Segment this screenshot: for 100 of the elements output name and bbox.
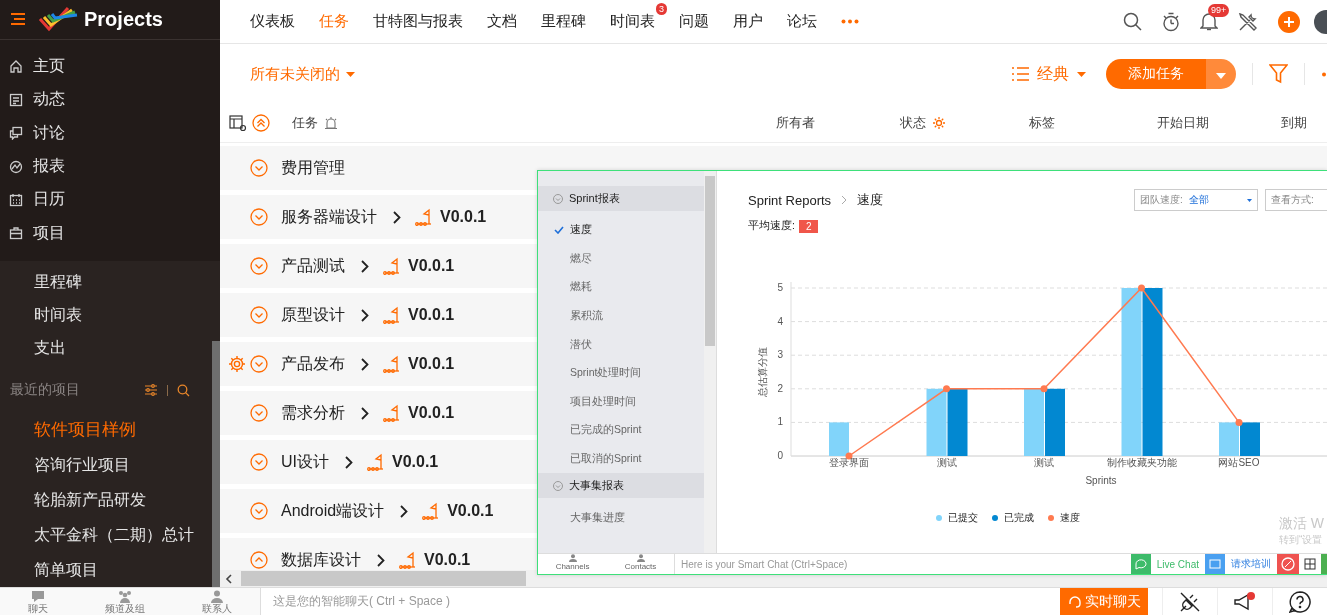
milestone-icon [383,404,401,422]
report-link[interactable]: 潜伏 [538,330,704,359]
nav-tab[interactable]: 用户 [733,12,763,31]
tools-icon[interactable] [1238,11,1258,32]
report-link[interactable]: 速度 [538,216,704,245]
breadcrumb-link[interactable]: Sprint Reports [748,192,832,208]
toggle-icon[interactable] [250,453,268,471]
sidebar-item[interactable]: 日历 [0,183,220,217]
search-icon[interactable] [177,383,190,397]
task-name[interactable]: 产品测试 [281,255,345,277]
report-link[interactable]: 大事集进度 [538,503,704,532]
toggle-icon[interactable] [250,257,268,275]
collapse-all-icon[interactable] [252,114,270,133]
data-point [1235,418,1243,426]
compass-icon[interactable] [1277,554,1299,574]
add-icon[interactable] [1278,10,1300,33]
project-link[interactable]: 太平金科（二期）总计 [0,517,212,552]
milestone-label[interactable]: V0.0.1 [408,404,455,422]
report-link[interactable]: 燃尽 [538,244,704,274]
dropdown[interactable]: 团队速度: 全部 [1134,189,1258,211]
report-link[interactable]: 累积流 [538,301,704,331]
nav-tab[interactable]: 问题 [679,12,709,31]
sidebar-item[interactable]: 主页 [0,49,220,84]
task-name[interactable]: 费用管理 [281,157,345,179]
milestone-label[interactable]: V0.0.1 [408,257,455,275]
task-name[interactable]: 原型设计 [281,304,345,326]
toggle-icon[interactable] [250,208,268,226]
task-name[interactable]: 服务器端设计 [281,206,377,228]
sidebar-item[interactable]: 项目 [0,216,220,250]
toggle-icon[interactable] [250,551,268,569]
filter-icon[interactable] [1269,64,1288,85]
toggle-icon[interactable] [250,502,268,520]
project-link[interactable]: 咨询行业项目 [0,447,212,482]
nav-tab[interactable]: 甘特图与报表 [373,12,463,31]
more-icon[interactable] [1321,71,1327,77]
milestone-label[interactable]: V0.0.1 [440,208,487,226]
task-name[interactable]: 数据库设计 [281,549,361,571]
milestone-label[interactable]: V0.0.1 [424,551,471,569]
nav-tab[interactable]: 里程碑 [541,12,586,31]
toggle-icon[interactable] [250,306,268,324]
plug-icon[interactable] [1179,590,1201,613]
nav-tab[interactable]: 文档 [487,12,517,31]
reminder-icon[interactable] [324,116,338,131]
milestone-label[interactable]: V0.0.1 [447,502,494,520]
megaphone-icon[interactable] [1233,590,1257,613]
stopwatch-icon[interactable] [1162,11,1180,32]
toggle-icon[interactable] [250,355,268,373]
chat-tab[interactable]: 联系人 [201,588,232,615]
bell-icon[interactable] [1200,12,1218,31]
toggle-icon[interactable] [250,159,268,177]
report-link[interactable]: 已取消的Sprint [538,444,704,474]
report-group[interactable]: 大事集报表 [538,473,704,499]
filter-sliders-icon[interactable] [144,384,158,396]
scrollbar[interactable] [212,341,220,587]
report-link[interactable]: Sprint处理时间 [538,358,704,388]
column-header[interactable]: 到期 [1281,114,1307,133]
more-icon[interactable] [841,19,859,24]
add-options-button[interactable] [1206,59,1236,90]
sidebar-subitem[interactable]: 里程碑 [0,265,212,298]
dropdown[interactable]: 查看方式: [1265,189,1327,211]
toggle-icon[interactable] [250,404,268,422]
column-header[interactable]: 标签 [1029,114,1055,133]
task-name[interactable]: Android端设计 [281,500,385,522]
report-link[interactable]: 燃耗 [538,273,704,302]
chat-tab[interactable]: Contacts [624,554,657,574]
sidebar-subitem[interactable]: 时间表 [0,298,212,331]
nav-tab[interactable]: 论坛 [787,12,817,31]
milestone-label[interactable]: V0.0.1 [408,355,455,373]
chat-tab[interactable]: 频道及组 [105,588,145,615]
project-link[interactable]: 软件项目样例 [0,412,212,447]
column-settings-icon[interactable] [229,114,247,132]
report-link[interactable]: 项目处理时间 [538,387,704,417]
search-icon[interactable] [1123,12,1142,31]
report-link[interactable]: 已完成的Sprint [538,416,704,445]
avatar[interactable] [1313,8,1327,35]
sidebar-item[interactable]: 讨论 [0,116,220,150]
project-link[interactable]: 简单项目 [0,552,212,587]
column-header[interactable]: 开始日期 [1157,114,1209,133]
sidebar-item[interactable]: 动态 [0,83,220,117]
help-icon[interactable] [1289,590,1311,613]
menu-icon[interactable] [10,13,26,26]
task-name[interactable]: 需求分析 [281,402,345,424]
gear-icon[interactable] [933,117,945,130]
task-name[interactable]: 产品发布 [281,353,345,375]
chat-tab[interactable]: Channels [555,554,590,574]
column-header[interactable]: 任务 [292,114,318,133]
sidebar-item[interactable]: 报表 [0,149,220,184]
column-header[interactable]: 状态 [900,114,926,133]
task-name[interactable]: UI设计 [281,451,329,473]
scrollbar[interactable] [704,171,716,553]
milestone-label[interactable]: V0.0.1 [408,306,455,324]
chat-tab[interactable]: 聊天 [28,588,49,615]
sidebar-subitem[interactable]: 支出 [0,331,212,364]
report-group[interactable]: Sprint报表 [538,186,704,211]
column-header[interactable]: 所有者 [776,114,815,133]
nav-tab[interactable]: 仪表板 [250,12,295,31]
gear-icon[interactable] [229,356,245,372]
training-button[interactable]: 请求培训 [1205,554,1277,574]
project-link[interactable]: 轮胎新产品研发 [0,482,212,517]
milestone-label[interactable]: V0.0.1 [392,453,439,471]
